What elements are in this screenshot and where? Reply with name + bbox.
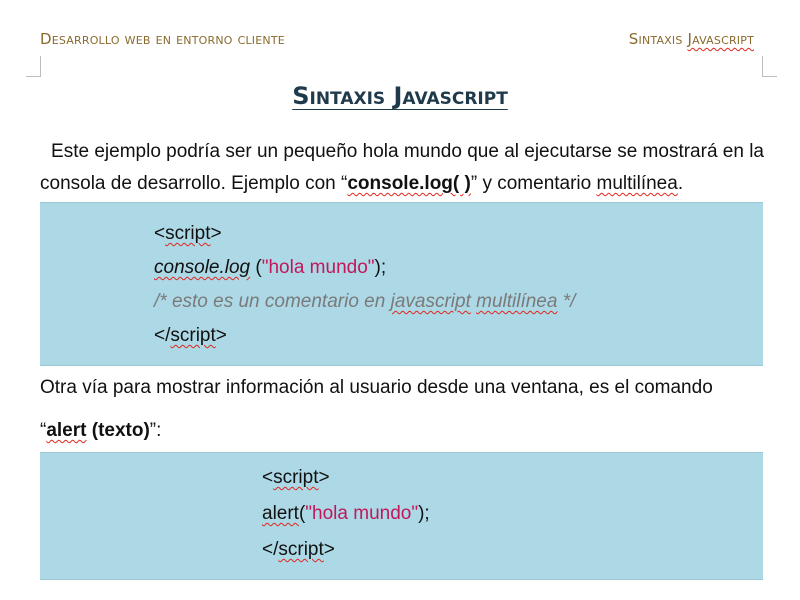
code-console-log: console.log <box>154 257 251 278</box>
header-left-title: Desarrollo web en entorno cliente <box>40 30 285 48</box>
code-gt: > <box>323 539 335 560</box>
paragraph-2-line-1: Otra vía para mostrar información al usu… <box>40 377 713 398</box>
paragraph-1-text-mid: ” y comentario <box>470 173 597 194</box>
code-alert: alert <box>262 503 299 524</box>
paragraph-2-line-2: “alert (texto)”: <box>40 420 764 442</box>
code-line-alert: alert("hola mundo"); <box>262 503 430 525</box>
margin-corner-mark-left <box>26 56 41 77</box>
code-gt: > <box>210 223 222 244</box>
margin-corner-mark-right <box>762 56 777 77</box>
code-line-comment: /* esto es un comentario en javascript m… <box>154 291 575 313</box>
code-paren-open: ( <box>250 257 262 278</box>
code-tag-script: script <box>170 325 216 346</box>
paragraph-1-text-end: . <box>677 173 684 194</box>
code-block-1: <script> console.log ("hola mundo"); /* … <box>40 202 763 366</box>
code-paren-close: ); <box>374 257 387 278</box>
code-line-script-close: </script> <box>154 325 227 347</box>
code-gt: > <box>318 467 330 488</box>
paragraph-1-line-2: consola de desarrollo. Ejemplo con “cons… <box>40 173 764 195</box>
section-title: Sintaxis Javascript <box>0 82 800 110</box>
code-tag-script: script <box>278 539 324 560</box>
code-block-2: <script> alert("hola mundo"); </script> <box>40 452 763 580</box>
paragraph-1-text-start: consola de desarrollo. Ejemplo con “ <box>40 173 348 194</box>
code-gt: > <box>215 325 227 346</box>
code-tag-script: script <box>273 467 319 488</box>
inline-code-alert: alert <box>46 420 87 441</box>
header-right-title: Sintaxis Javascript <box>629 30 754 48</box>
code-lt: < <box>154 223 166 244</box>
code-line-script-open: <script> <box>262 467 330 489</box>
header-right-prefix: Sintaxis <box>628 30 688 48</box>
comment-start: /* esto es un comentario en <box>154 291 391 312</box>
code-lt: < <box>262 467 274 488</box>
code-lt-slash: </ <box>262 539 279 560</box>
header-right-word: Javascript <box>687 30 754 48</box>
section-title-text: Sintaxis Javascript <box>292 82 508 110</box>
quote-close: ”: <box>149 420 162 441</box>
comment-word-javascript: javascript <box>390 291 471 312</box>
code-line-script-close: </script> <box>262 539 335 561</box>
code-string: "hola mundo" <box>261 257 375 278</box>
comment-end: */ <box>557 291 576 312</box>
code-line-console-log: console.log ("hola mundo"); <box>154 257 386 279</box>
code-tag-script: script <box>165 223 211 244</box>
paragraph-1-line-1: Este ejemplo podría ser un pequeño hola … <box>51 141 764 162</box>
inline-code-texto: (texto) <box>86 420 150 441</box>
paragraph-1-word-multilinea: multilínea <box>596 173 678 194</box>
document-page: Desarrollo web en entorno cliente Sintax… <box>0 0 800 600</box>
code-line-script-open: <script> <box>154 223 222 245</box>
code-string: "hola mundo" <box>305 503 419 524</box>
comment-word-multilinea: multilínea <box>476 291 558 312</box>
inline-code-console-log: console.log( ) <box>347 173 471 194</box>
code-lt-slash: </ <box>154 325 171 346</box>
code-paren-close: ); <box>418 503 430 524</box>
